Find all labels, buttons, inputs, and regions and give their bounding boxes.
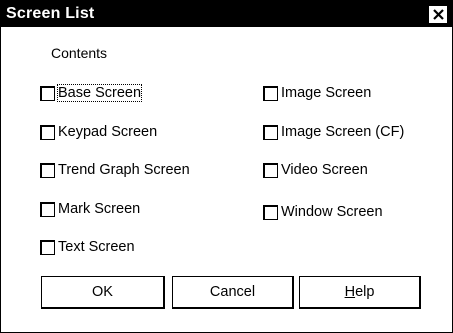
- option-label: Mark Screen: [58, 201, 141, 217]
- cancel-button[interactable]: Cancel: [172, 276, 294, 309]
- option-label: Window Screen: [281, 204, 383, 220]
- option-keypad-screen[interactable]: Keypad Screen: [40, 122, 157, 142]
- option-base-screen[interactable]: Base Screen: [40, 83, 143, 103]
- video-screen-checkbox[interactable]: [263, 162, 278, 178]
- window-screen-checkbox[interactable]: [263, 204, 278, 220]
- option-text-screen[interactable]: Text Screen: [40, 237, 135, 257]
- ok-button[interactable]: OK: [41, 276, 165, 309]
- image-screen-checkbox[interactable]: [263, 85, 278, 101]
- ok-button-label: OK: [92, 284, 113, 300]
- option-label: Trend Graph Screen: [58, 162, 190, 178]
- option-image-screen-cf[interactable]: Image Screen (CF): [263, 122, 404, 142]
- option-window-screen[interactable]: Window Screen: [263, 202, 383, 222]
- text-screen-checkbox[interactable]: [40, 239, 55, 255]
- mark-screen-checkbox[interactable]: [40, 201, 55, 217]
- option-label: Base Screen: [56, 84, 143, 102]
- image-screen-cf-checkbox[interactable]: [263, 124, 278, 140]
- option-label: Keypad Screen: [58, 124, 158, 140]
- dialog-title: Screen List: [6, 5, 95, 22]
- option-label: Image Screen (CF): [281, 124, 405, 140]
- keypad-screen-checkbox[interactable]: [40, 124, 55, 140]
- contents-label: Contents: [51, 45, 108, 61]
- option-trend-graph-screen[interactable]: Trend Graph Screen: [40, 160, 190, 180]
- option-video-screen[interactable]: Video Screen: [263, 160, 368, 180]
- option-image-screen[interactable]: Image Screen: [263, 83, 371, 103]
- close-button[interactable]: [429, 6, 447, 23]
- screen-list-dialog: Screen List Contents Base Screen Keypad …: [0, 0, 453, 333]
- title-bar[interactable]: Screen List: [1, 1, 452, 27]
- base-screen-checkbox[interactable]: [40, 85, 55, 101]
- help-button-label: Help: [344, 284, 375, 300]
- option-mark-screen[interactable]: Mark Screen: [40, 199, 140, 219]
- option-label: Image Screen: [281, 85, 372, 101]
- close-icon: [432, 9, 444, 20]
- option-label: Video Screen: [281, 162, 368, 178]
- option-label: Text Screen: [58, 239, 135, 255]
- cancel-button-label: Cancel: [209, 284, 256, 300]
- trend-graph-screen-checkbox[interactable]: [40, 162, 55, 178]
- help-button[interactable]: Help: [299, 276, 421, 309]
